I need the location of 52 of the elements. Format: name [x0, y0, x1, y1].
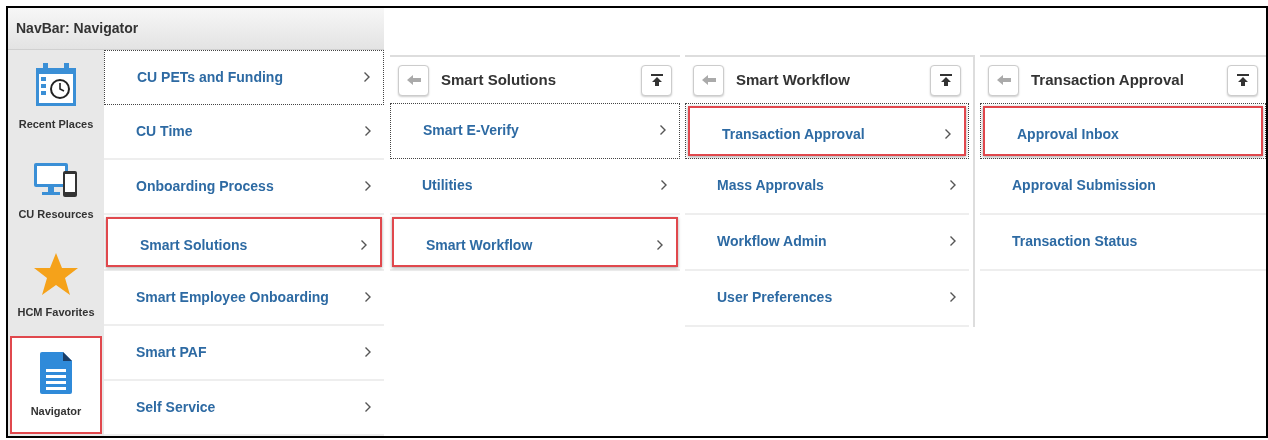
left-arrow-icon	[995, 74, 1012, 86]
chevron-right-icon	[949, 179, 957, 191]
menu-item[interactable]: Transaction Status	[980, 215, 1266, 269]
chevron-right-icon	[364, 345, 372, 358]
menu-item[interactable]: CU PETs and Funding	[105, 51, 383, 105]
menu-item[interactable]: User Preferences	[685, 271, 969, 325]
chevron-right-icon	[360, 239, 368, 252]
menu-item[interactable]: Smart E-Verify	[391, 104, 679, 158]
chevron-right-icon	[944, 128, 952, 140]
left-arrow-icon	[405, 74, 422, 86]
menu-item[interactable]: Mass Approvals	[685, 159, 969, 213]
chevron-right-icon	[949, 291, 957, 303]
sidebar-tile[interactable]: HCM Favorites	[8, 239, 104, 334]
panel-title: Transaction Approval	[1031, 69, 1185, 90]
computer-phone-icon	[33, 161, 79, 198]
calendar-clock-icon	[34, 62, 78, 108]
arrow-to-top-icon	[1236, 74, 1249, 86]
menu-item[interactable]: Smart Solutions	[106, 217, 382, 267]
document-icon	[39, 350, 73, 395]
chevron-right-icon	[364, 180, 372, 193]
sidebar-tile[interactable]: CU Resources	[8, 144, 104, 239]
star-icon	[33, 252, 79, 296]
left-arrow-icon	[700, 74, 717, 86]
chevron-right-icon	[656, 239, 664, 251]
arrow-to-top-icon	[650, 74, 663, 86]
menu-item[interactable]: CU Time	[104, 105, 384, 159]
chevron-right-icon	[364, 290, 372, 303]
menu-item[interactable]: Smart Employee Onboarding	[104, 270, 384, 324]
sidebar-tile[interactable]: Navigator	[10, 335, 102, 434]
top-button[interactable]	[641, 64, 672, 96]
panel-title: Smart Workflow	[736, 69, 851, 90]
sidebar-tile[interactable]: Recent Places	[8, 50, 104, 145]
top-button[interactable]	[930, 64, 961, 96]
chevron-right-icon	[364, 400, 372, 413]
menu-item[interactable]: Workflow Admin	[685, 215, 969, 269]
menu-item[interactable]: Smart PAF	[104, 325, 384, 379]
chevron-right-icon	[363, 71, 371, 83]
chevron-right-icon	[949, 235, 957, 247]
chevron-right-icon	[660, 179, 668, 191]
menu-item[interactable]: Self Service	[104, 380, 384, 434]
panel-title: Smart Solutions	[441, 69, 557, 90]
arrow-to-top-icon	[939, 74, 952, 86]
navbar-title: NavBar: Navigator	[16, 19, 139, 38]
menu-item[interactable]: Approval Inbox	[983, 106, 1263, 156]
menu-item[interactable]: Utilities	[390, 159, 680, 213]
chevron-right-icon	[659, 124, 667, 136]
top-button[interactable]	[1227, 64, 1258, 96]
menu-item[interactable]: Approval Submission	[980, 159, 1266, 213]
menu-item[interactable]: Onboarding Process	[104, 160, 384, 214]
menu-item[interactable]: Transaction Approval	[688, 106, 966, 156]
chevron-right-icon	[364, 125, 372, 138]
menu-item[interactable]: Smart Workflow	[392, 217, 678, 267]
